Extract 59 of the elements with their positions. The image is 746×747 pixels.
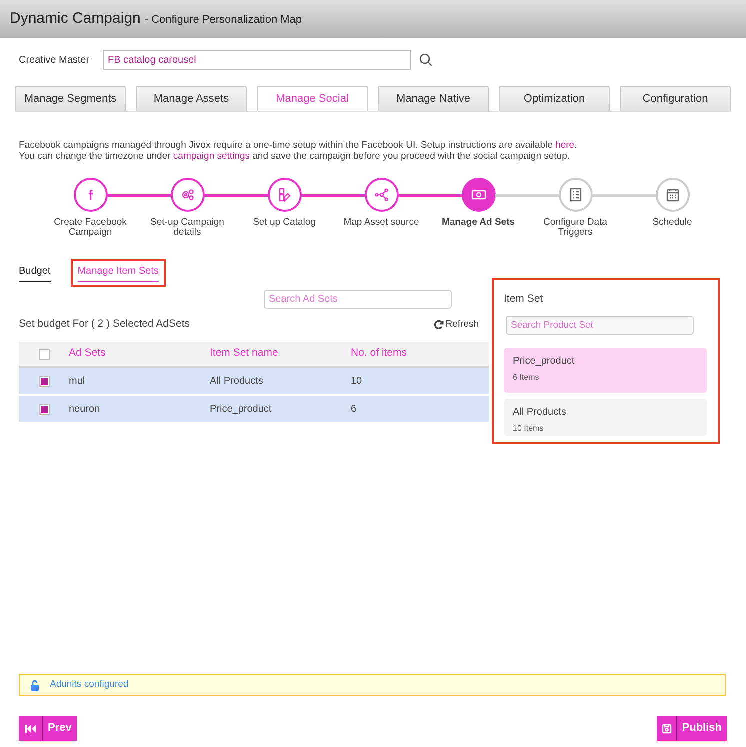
item-count: 6 Items [513, 372, 540, 384]
item-set-name: All Products [513, 406, 568, 420]
field-label: Creative Master [19, 54, 91, 68]
window-subtitle: - Configure Personalization Map [144, 12, 302, 28]
step-label: Set-up Campaign details [150, 218, 226, 238]
item-count: 10 Items [513, 422, 545, 435]
publish-button[interactable]: Publish [657, 716, 727, 741]
column-header: Item Set name [210, 346, 280, 362]
tab[interactable]: Manage Native [378, 86, 489, 111]
step-label: Create Facebook Campaign [53, 218, 128, 238]
gears-icon [180, 187, 196, 203]
here-link[interactable]: here [556, 140, 575, 151]
checkbox[interactable] [38, 348, 50, 360]
tab[interactable]: Manage Assets [136, 86, 247, 111]
info-text: You can change the timezone under campaign settings and save the campaign before you proceed with the social campaign setup. [19, 151, 572, 162]
tab[interactable]: Optimization [499, 86, 610, 111]
search-field[interactable]: Search Product Set [506, 316, 694, 335]
save-icon [662, 724, 672, 734]
share-icon [374, 187, 390, 203]
skip-back-icon [25, 724, 36, 732]
step-label: Configure Data Triggers [542, 218, 608, 238]
prev-button[interactable]: Prev [19, 716, 77, 741]
refresh-button[interactable]: Refresh [434, 318, 479, 332]
step-label: Manage Ad Sets [440, 218, 516, 228]
item-set-name: Price_product [513, 354, 576, 369]
unlock-icon [30, 680, 40, 690]
step-label: Schedule [652, 218, 694, 228]
column-header: Ad Sets [69, 346, 107, 362]
alert-text: Adunits configured [50, 678, 129, 692]
column-header: No. of items [351, 346, 408, 362]
checklist-icon [568, 187, 584, 203]
step-label: Map Asset source [342, 218, 420, 228]
campaign-settings-link[interactable]: campaign settings [173, 151, 250, 162]
table-cell-text: 6 [351, 402, 358, 416]
tab[interactable]: Manage Segments [15, 86, 126, 111]
info-text: Facebook campaigns managed through Jivox require a one-time setup within the Facebook UI. Setup instructions are available here. [19, 140, 578, 151]
item-set-card[interactable]: All Products 10 Items [504, 398, 707, 436]
table-cell-text: 10 [351, 374, 364, 388]
step-label: Set up Catalog [252, 218, 317, 228]
creative-master-field[interactable]: FB catalog carousel [103, 50, 411, 70]
table-cell-text: All Products [210, 374, 264, 388]
checkbox[interactable] [38, 404, 50, 414]
refresh-icon [434, 320, 444, 330]
table-title: Set budget For ( 2 ) Selected AdSets [19, 317, 190, 332]
subtab[interactable]: Manage Item Sets [78, 264, 159, 282]
window-title: Dynamic Campaign [10, 8, 141, 29]
tab[interactable]: Manage Social [257, 86, 368, 111]
search-field[interactable]: Search Ad Sets [264, 290, 452, 309]
tab[interactable]: Configuration [620, 86, 731, 111]
subtab[interactable]: Budget [19, 264, 51, 282]
search-icon[interactable] [419, 53, 433, 67]
calendar-icon [664, 187, 680, 203]
catalog-icon [276, 187, 292, 203]
table-cell-text: mul [69, 374, 86, 388]
table-cell-text: neuron [69, 402, 102, 416]
table-cell-text: Price_product [210, 402, 273, 416]
item-set-card[interactable]: Price_product 6 Items [504, 348, 707, 393]
panel-title: Item Set [504, 292, 544, 307]
checkbox[interactable] [38, 376, 50, 386]
